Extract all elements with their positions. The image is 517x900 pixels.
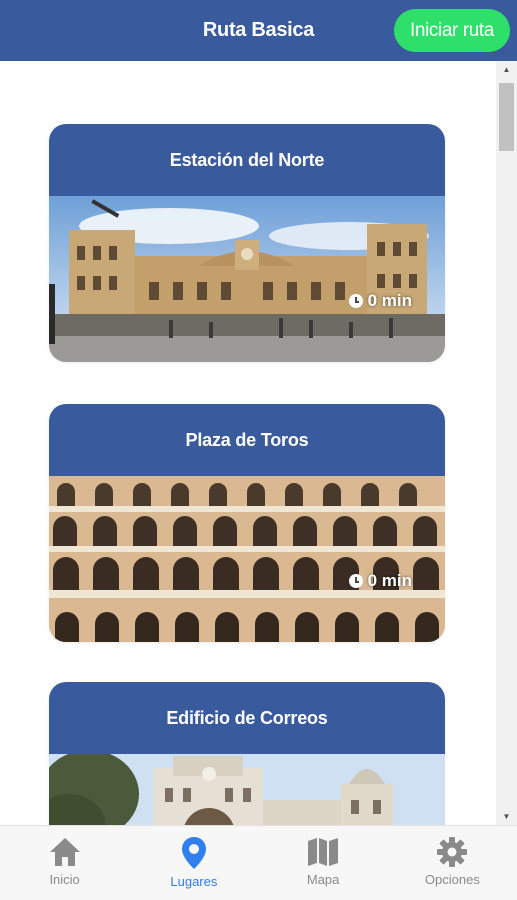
station-photo	[49, 196, 445, 362]
tab-label: Mapa	[306, 872, 340, 887]
place-card-plaza-de-toros[interactable]: Plaza de Toros 0 min	[49, 404, 445, 642]
home-icon	[49, 838, 80, 866]
duration-value: 0 min	[367, 291, 412, 310]
location-pin-icon	[181, 837, 206, 869]
tab-inicio[interactable]: Inicio	[0, 826, 129, 900]
bullring-photo	[49, 476, 445, 642]
duration-label: 0 min	[348, 571, 412, 591]
duration-label: 0 min	[348, 291, 412, 311]
tab-label: Inicio	[49, 872, 80, 887]
clock-icon	[348, 574, 363, 588]
place-card-title: Plaza de Toros	[49, 404, 445, 476]
place-card-estacion-del-norte[interactable]: Estación del Norte 0 min	[49, 124, 445, 362]
post-office-photo	[49, 754, 445, 825]
tab-opciones[interactable]: Opciones	[388, 826, 517, 900]
bottom-tab-bar: Inicio Lugares Mapa Opciones	[0, 825, 517, 900]
scroll-up-arrow-icon[interactable]: ▲	[496, 61, 517, 78]
tab-mapa[interactable]: Mapa	[259, 826, 388, 900]
clock-icon	[348, 294, 363, 308]
place-photo: 0 min	[49, 196, 445, 362]
place-card-title: Estación del Norte	[49, 124, 445, 196]
places-list[interactable]: Estación del Norte 0 min Plaza de Toros …	[0, 61, 496, 825]
gear-icon	[437, 837, 468, 867]
duration-value: 0 min	[367, 571, 412, 590]
start-route-button[interactable]: Iniciar ruta	[394, 9, 510, 52]
place-photo: 0 min	[49, 476, 445, 642]
scrollbar[interactable]: ▲ ▼	[496, 61, 517, 825]
map-icon	[308, 838, 339, 866]
place-card-title: Edificio de Correos	[49, 682, 445, 754]
place-card-edificio-de-correos[interactable]: Edificio de Correos	[49, 682, 445, 825]
scroll-down-arrow-icon[interactable]: ▼	[496, 808, 517, 825]
tab-label: Lugares	[170, 874, 218, 889]
tab-label: Opciones	[424, 872, 480, 887]
app-header: Ruta Basica Iniciar ruta	[0, 0, 517, 61]
scrollbar-thumb[interactable]	[499, 83, 514, 151]
place-photo	[49, 754, 445, 825]
tab-lugares[interactable]: Lugares	[129, 826, 258, 900]
